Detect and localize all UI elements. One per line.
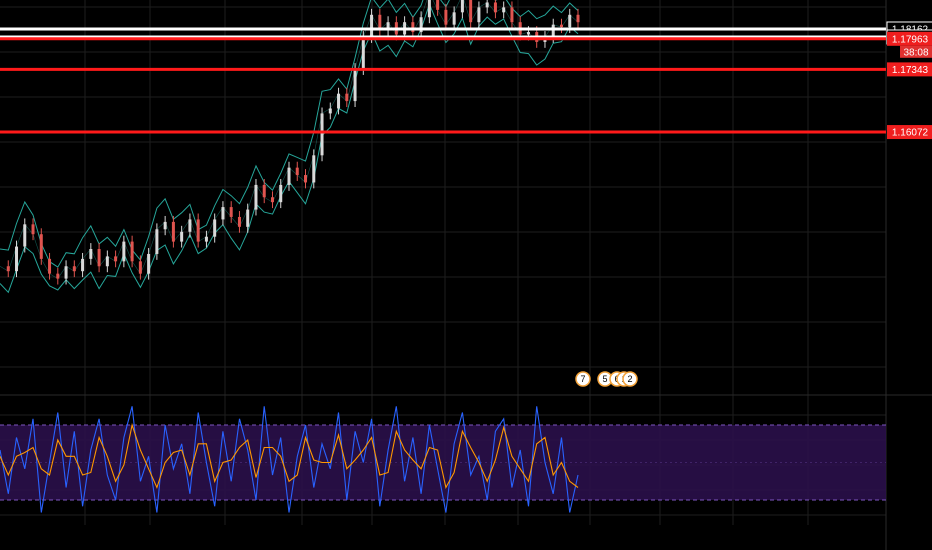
candle-body bbox=[221, 207, 225, 220]
candle-body bbox=[147, 253, 151, 274]
candle-body bbox=[246, 209, 250, 227]
candle-body bbox=[320, 113, 324, 156]
candle-body bbox=[493, 2, 497, 13]
candle-body bbox=[510, 7, 514, 23]
candle-body bbox=[312, 155, 316, 183]
candle-body bbox=[270, 197, 274, 203]
candle-body bbox=[502, 7, 506, 13]
candle-body bbox=[6, 266, 10, 272]
event-badge[interactable]: 7 bbox=[575, 371, 591, 387]
candle-body bbox=[97, 249, 101, 267]
candle-body bbox=[469, 0, 473, 23]
candle-body bbox=[526, 32, 530, 35]
candle-body bbox=[378, 14, 382, 30]
candle-body bbox=[345, 93, 349, 102]
event-badge-label: 2 bbox=[627, 374, 632, 384]
event-markers[interactable]: 75612 bbox=[575, 371, 638, 387]
candle-body bbox=[254, 184, 258, 210]
candle-body bbox=[213, 219, 217, 237]
stoch-band-fill bbox=[0, 425, 886, 500]
candle-body bbox=[229, 207, 233, 217]
event-badge-label: 7 bbox=[580, 374, 585, 384]
candle-body bbox=[237, 216, 241, 227]
candle-body bbox=[204, 236, 208, 242]
candle-body bbox=[48, 258, 52, 274]
candle-body bbox=[477, 7, 481, 23]
candle-body bbox=[295, 167, 299, 176]
candle-body bbox=[568, 14, 572, 28]
price-tag-label: 1.17343 bbox=[892, 65, 929, 76]
candle-body bbox=[138, 261, 142, 274]
candle-body bbox=[72, 266, 76, 272]
candle-body bbox=[122, 241, 126, 262]
price-tag[interactable]: 1.16072 bbox=[887, 125, 932, 140]
candle-body bbox=[196, 219, 200, 242]
countdown-tag: 38:08 bbox=[900, 45, 932, 58]
candle-body bbox=[114, 256, 118, 262]
price-tag-label: 1.16072 bbox=[892, 128, 929, 139]
candle-body bbox=[130, 241, 134, 262]
price-tag[interactable]: 1.17963 bbox=[887, 31, 932, 46]
candle-body bbox=[105, 256, 109, 267]
candle-body bbox=[15, 246, 19, 272]
candle-body bbox=[452, 12, 456, 25]
chart-canvas[interactable]: 1.181621.180001.179631.173431.1607238:08… bbox=[0, 0, 932, 550]
candle-body bbox=[353, 69, 357, 102]
candle-body bbox=[460, 0, 464, 13]
candle-body bbox=[444, 9, 448, 25]
candle-body bbox=[64, 266, 68, 279]
countdown-label: 38:08 bbox=[903, 47, 928, 58]
trading-chart[interactable]: 1.181621.180001.179631.173431.1607238:08… bbox=[0, 0, 932, 550]
event-badge[interactable]: 2 bbox=[622, 371, 638, 387]
candle-body bbox=[56, 273, 60, 279]
candle-body bbox=[23, 224, 27, 247]
price-tag-label: 1.17963 bbox=[892, 34, 929, 45]
candle-body bbox=[171, 221, 175, 242]
candle-body bbox=[39, 234, 43, 259]
candle-body bbox=[31, 224, 35, 235]
candle-body bbox=[188, 219, 192, 232]
candle-body bbox=[279, 184, 283, 203]
candle-body bbox=[81, 258, 85, 272]
candle-body bbox=[427, 0, 431, 18]
candle-body bbox=[287, 167, 291, 185]
candle-body bbox=[576, 14, 580, 23]
candle-body bbox=[180, 231, 184, 242]
candle-body bbox=[370, 14, 374, 37]
candle-body bbox=[163, 221, 167, 230]
candle-body bbox=[411, 22, 415, 33]
candle-body bbox=[262, 184, 266, 198]
candle-body bbox=[337, 93, 341, 109]
candle-body bbox=[155, 229, 159, 254]
candle-body bbox=[89, 249, 93, 259]
candle-body bbox=[559, 24, 563, 28]
candle-body bbox=[485, 2, 489, 8]
candle-body bbox=[304, 175, 308, 183]
candle-body bbox=[361, 36, 365, 70]
price-tag[interactable]: 1.17343 bbox=[887, 62, 932, 77]
candle-body bbox=[551, 24, 555, 37]
event-badge-label: 5 bbox=[602, 374, 607, 384]
candle-body bbox=[436, 0, 440, 10]
candle-body bbox=[328, 108, 332, 114]
